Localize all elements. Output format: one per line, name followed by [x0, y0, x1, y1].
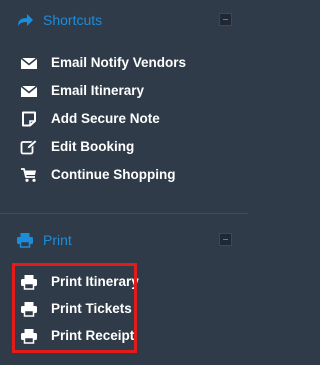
print-title: Print [43, 232, 72, 248]
email-itinerary-label: Email Itinerary [51, 83, 145, 98]
shortcuts-header[interactable]: Shortcuts [0, 8, 248, 32]
print-receipt-label: Print Receipt [51, 328, 135, 343]
add-secure-note-item[interactable]: Add Secure Note [20, 108, 220, 130]
print-itinerary-label: Print Itinerary [51, 274, 139, 289]
shortcuts-title: Shortcuts [43, 12, 103, 28]
print-collapse-button[interactable] [219, 233, 232, 246]
continue-shopping-label: Continue Shopping [51, 167, 176, 182]
print-tickets-label: Print Tickets [51, 301, 132, 316]
cart-icon [21, 168, 36, 182]
printer-icon [21, 302, 37, 317]
print-header[interactable]: Print [0, 228, 248, 252]
share-arrow-icon [18, 14, 33, 26]
continue-shopping-item[interactable]: Continue Shopping [20, 164, 220, 186]
edit-icon [20, 139, 38, 155]
edit-booking-item[interactable]: Edit Booking [20, 136, 220, 158]
print-itinerary-item[interactable]: Print Itinerary [20, 271, 220, 293]
print-tickets-item[interactable]: Print Tickets [20, 298, 220, 320]
section-divider [0, 213, 248, 214]
email-notify-vendors-label: Email Notify Vendors [51, 55, 187, 70]
printer-icon [21, 329, 37, 344]
shortcuts-collapse-button[interactable] [219, 13, 232, 26]
print-receipt-item[interactable]: Print Receipt [20, 325, 220, 347]
email-itinerary-item[interactable]: Email Itinerary [20, 80, 220, 102]
edit-booking-label: Edit Booking [51, 139, 135, 154]
email-notify-vendors-item[interactable]: Email Notify Vendors [20, 52, 220, 74]
add-secure-note-label: Add Secure Note [51, 111, 160, 126]
note-icon [22, 111, 36, 127]
envelope-icon [20, 85, 38, 97]
printer-icon [17, 233, 33, 248]
printer-icon [21, 275, 37, 290]
envelope-icon [20, 57, 38, 69]
